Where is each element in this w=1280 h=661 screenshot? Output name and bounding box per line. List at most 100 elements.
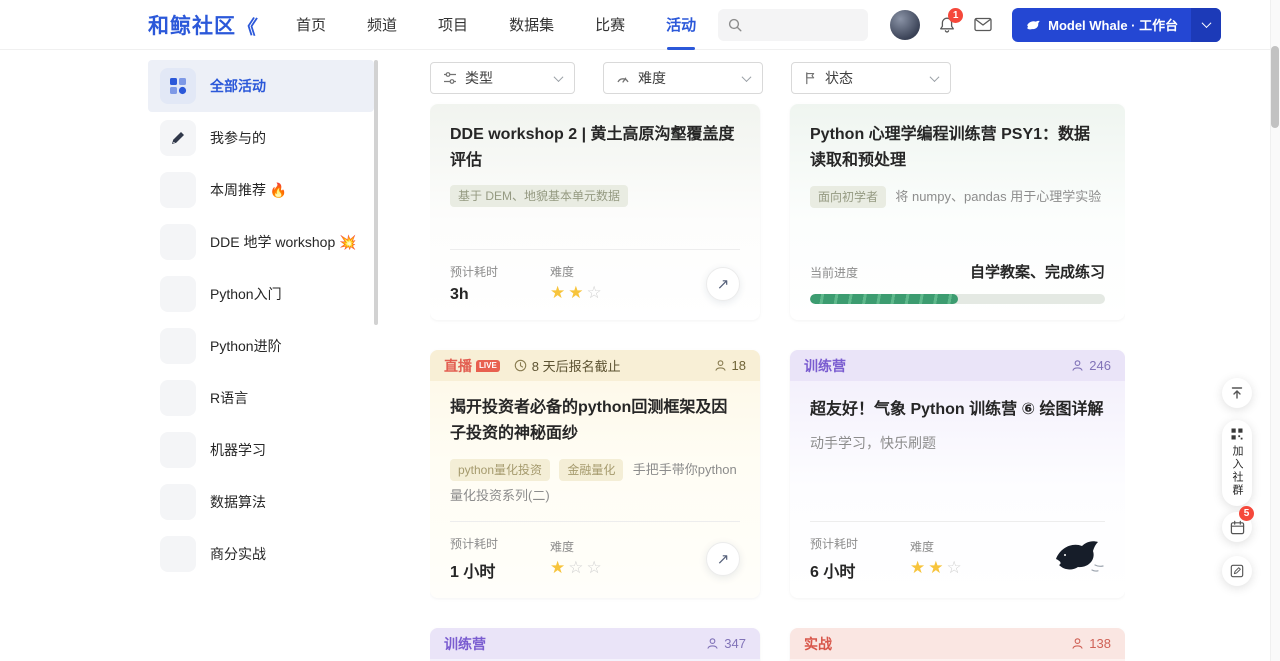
placeholder-icon: [160, 484, 196, 520]
feedback-button[interactable]: [1222, 556, 1252, 586]
status-filter-label: 状态: [825, 70, 853, 86]
calendar-icon: [1230, 520, 1245, 535]
top-navbar: 和鲸社区 《 首页 频道 项目 数据集 比赛 活动 1 Model Whale …: [0, 0, 1280, 50]
gauge-icon: [616, 71, 630, 85]
status-filter-select[interactable]: 状态: [791, 62, 951, 94]
participants-count: 246: [1071, 358, 1111, 373]
activity-calendar-button[interactable]: 5: [1222, 506, 1254, 542]
sidebar-item-data-algorithms[interactable]: 数据算法: [148, 476, 374, 528]
difficulty-filter-label: 难度: [638, 70, 666, 86]
card-header: 训练营 246: [790, 350, 1125, 381]
sidebar-item-label: 机器学习: [210, 442, 266, 458]
activity-grid: DDE workshop 2 | 黄土高原沟壑覆盖度评估 基于 DEM、地貌基本…: [430, 104, 1125, 661]
sidebar-item-python-basic[interactable]: Python入门: [148, 268, 374, 320]
card-title[interactable]: DDE workshop 2 | 黄土高原沟壑覆盖度评估: [450, 122, 740, 173]
search-box[interactable]: [718, 8, 869, 41]
join-community-button[interactable]: 加入社群: [1222, 420, 1252, 506]
workspace-button-label: Model Whale · 工作台: [1048, 18, 1179, 33]
nav-item-competitions[interactable]: 比赛: [595, 0, 625, 50]
sidebar-item-business-analytics[interactable]: 商分实战: [148, 528, 374, 580]
sidebar-item-label: R语言: [210, 390, 249, 406]
activity-card-psy-camp[interactable]: Python 心理学编程训练营 PSY1：数据读取和预处理 面向初学者 将 nu…: [790, 104, 1125, 320]
sidebar-item-weekly-picks[interactable]: 本周推荐 🔥: [148, 164, 374, 216]
placeholder-icon: [160, 224, 196, 260]
sidebar-item-machine-learning[interactable]: 机器学习: [148, 424, 374, 476]
placeholder-icon: [160, 536, 196, 572]
difficulty: 难度 ★☆☆: [550, 538, 650, 578]
progress-label: 当前进度: [810, 266, 859, 280]
card-tag: 基于 DEM、地貌基本单元数据: [450, 185, 629, 208]
sidebar-item-label: 全部活动: [210, 78, 266, 94]
workspace-dropdown-caret[interactable]: [1191, 7, 1222, 42]
sidebar-item-label: 本周推荐 🔥: [210, 182, 288, 198]
nav-item-datasets[interactable]: 数据集: [509, 0, 554, 50]
messages-button[interactable]: [974, 17, 992, 32]
estimated-time: 预计耗时 6 小时: [810, 537, 859, 581]
activity-card-partial-camp[interactable]: 训练营 347: [430, 628, 760, 661]
person-icon: [1071, 637, 1084, 650]
card-title[interactable]: 揭开投资者必备的python回测框架及因子投资的神秘面纱: [450, 395, 740, 446]
card-desc: 动手学习，快乐刷题: [810, 434, 936, 451]
progress-status: 自学教案、完成练习: [969, 264, 1105, 281]
pen-icon: [160, 120, 196, 156]
placeholder-icon: [160, 276, 196, 312]
nav-item-activities[interactable]: 活动: [666, 0, 696, 50]
type-filter-label: 类型: [465, 70, 493, 86]
card-tag: 金融量化: [559, 459, 624, 482]
card-title[interactable]: 超友好！气象 Python 训练营 ⑥ 绘图详解: [810, 397, 1105, 423]
sidebar-item-dde-workshop[interactable]: DDE 地学 workshop 💥: [148, 216, 374, 268]
activity-card-quant-live[interactable]: 直播 LIVE 8 天后报名截止 18 揭开投资者必备的python回测框架及因…: [430, 350, 760, 598]
placeholder-icon: [160, 380, 196, 416]
card-header: 直播 LIVE 8 天后报名截止 18: [430, 350, 760, 381]
avatar[interactable]: [890, 9, 921, 40]
search-icon: [728, 18, 742, 32]
activity-card-dde-workshop[interactable]: DDE workshop 2 | 黄土高原沟壑覆盖度评估 基于 DEM、地貌基本…: [430, 104, 760, 320]
nav-item-projects[interactable]: 项目: [438, 0, 468, 50]
page: 和鲸社区 《 首页 频道 项目 数据集 比赛 活动 1 Model Whale …: [0, 0, 1280, 661]
filter-bar: 类型 难度 状态: [430, 62, 1125, 94]
feedback-icon: [1230, 564, 1244, 578]
notifications-button[interactable]: 1: [938, 7, 964, 34]
type-filter-select[interactable]: 类型: [430, 62, 575, 94]
difficulty: 难度 ★★☆: [910, 538, 1010, 578]
sidebar-scrollbar[interactable]: [374, 60, 378, 325]
workspace-button[interactable]: Model Whale · 工作台: [1012, 7, 1222, 42]
card-title[interactable]: Python 心理学编程训练营 PSY1：数据读取和预处理: [810, 122, 1105, 173]
placeholder-icon: [160, 328, 196, 364]
chevron-down-icon: [741, 71, 752, 82]
nav-item-channels[interactable]: 频道: [367, 0, 397, 50]
sidebar-item-label: Python入门: [210, 286, 282, 302]
sidebar-item-python-advanced[interactable]: Python进阶: [148, 320, 374, 372]
grid-icon: [160, 68, 196, 104]
chevron-down-icon: [1201, 18, 1212, 29]
progress-bar-fill: [810, 294, 958, 304]
difficulty-stars: ★★☆: [910, 558, 965, 578]
difficulty-stars: ★★☆: [550, 283, 605, 303]
card-type-badge: 训练营: [444, 635, 486, 652]
sidebar-item-my-participation[interactable]: 我参与的: [148, 112, 374, 164]
sidebar: 全部活动 我参与的 本周推荐 🔥 DDE 地学 workshop 💥 Pytho…: [148, 50, 374, 661]
activity-card-partial-practice[interactable]: 实战 138: [790, 628, 1125, 661]
activity-card-weather-camp[interactable]: 训练营 246 超友好！气象 Python 训练营 ⑥ 绘图详解 动手学习，快乐…: [790, 350, 1125, 598]
sidebar-item-label: Python进阶: [210, 338, 282, 354]
back-to-top-button[interactable]: [1222, 378, 1252, 408]
open-activity-button[interactable]: ↗: [706, 266, 740, 301]
site-logo[interactable]: 和鲸社区 《: [148, 10, 259, 40]
sidebar-item-r-language[interactable]: R语言: [148, 372, 374, 424]
card-header: 训练营 347: [430, 628, 760, 659]
participants-count: 18: [714, 358, 746, 373]
clock-icon: [514, 359, 527, 372]
person-icon: [1071, 359, 1084, 372]
sidebar-item-all-activities[interactable]: 全部活动: [148, 60, 374, 112]
sidebar-item-label: 数据算法: [210, 494, 266, 510]
difficulty-filter-select[interactable]: 难度: [603, 62, 763, 94]
nav-item-home[interactable]: 首页: [296, 0, 326, 50]
page-scrollbar-thumb[interactable]: [1271, 46, 1279, 128]
deadline: 8 天后报名截止: [514, 356, 621, 375]
sidebar-item-label: DDE 地学 workshop 💥: [210, 234, 357, 250]
search-input[interactable]: [748, 17, 859, 32]
arrow-out-icon: ↗: [716, 275, 730, 293]
top-arrow-icon: [1230, 386, 1244, 400]
flag-icon: [804, 71, 817, 85]
open-activity-button[interactable]: ↗: [706, 541, 740, 576]
